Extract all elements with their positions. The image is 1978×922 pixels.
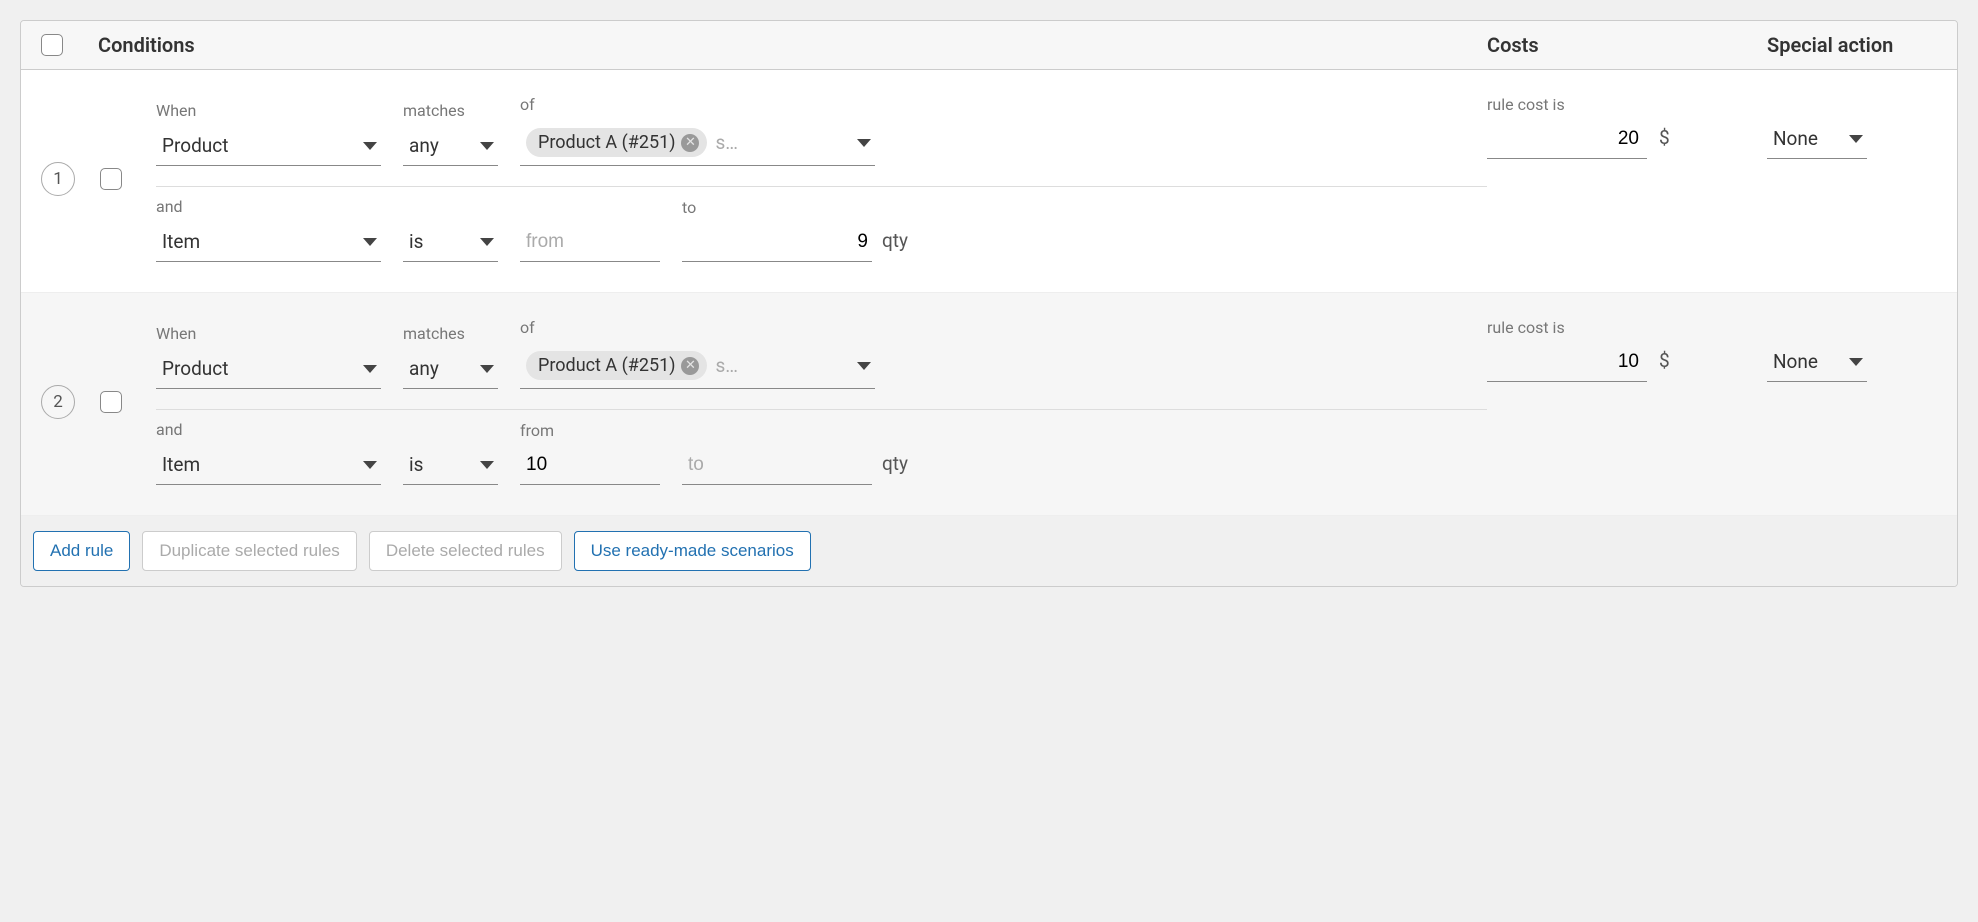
qty-unit: qty <box>882 229 908 262</box>
when-value: Product <box>162 357 228 380</box>
rule-checkbox[interactable] <box>100 168 122 190</box>
matches-select[interactable]: any <box>403 351 498 389</box>
table-footer: Add rule Duplicate selected rules Delete… <box>21 516 1957 586</box>
chip-remove-icon[interactable]: ✕ <box>681 357 699 375</box>
to-input[interactable] <box>682 225 872 262</box>
qty-unit: qty <box>882 452 908 485</box>
chevron-down-icon <box>480 238 494 246</box>
chevron-down-icon <box>857 139 871 147</box>
of-search-placeholder: s… <box>715 354 738 377</box>
rule-number-badge: 1 <box>41 162 75 196</box>
rule-cost-label: rule cost is <box>1487 95 1647 114</box>
add-rule-button[interactable]: Add rule <box>33 531 130 571</box>
header-special-action: Special action <box>1767 33 1937 57</box>
matches-value: any <box>409 134 439 157</box>
to-input[interactable] <box>682 448 872 485</box>
and-subject-value: Item <box>162 453 200 476</box>
chevron-down-icon <box>363 238 377 246</box>
use-scenarios-button[interactable]: Use ready-made scenarios <box>574 531 811 571</box>
chevron-down-icon <box>363 365 377 373</box>
matches-label: matches <box>403 324 498 343</box>
rules-table: Conditions Costs Special action 1 When P… <box>20 20 1958 587</box>
matches-select[interactable]: any <box>403 128 498 166</box>
select-all-checkbox[interactable] <box>41 34 63 56</box>
and-label: and <box>156 420 381 439</box>
from-label: from <box>520 421 660 440</box>
special-action-select[interactable]: None <box>1767 121 1867 159</box>
when-label: When <box>156 324 381 343</box>
rule-number-badge: 2 <box>41 385 75 419</box>
currency-unit: $ <box>1659 126 1670 159</box>
chevron-down-icon <box>480 142 494 150</box>
chip-label: Product A (#251) <box>538 355 675 376</box>
and-label: and <box>156 197 381 216</box>
product-chip: Product A (#251) ✕ <box>526 128 707 157</box>
product-chip: Product A (#251) ✕ <box>526 351 707 380</box>
of-multiselect[interactable]: Product A (#251) ✕ s… <box>520 122 875 166</box>
duplicate-rules-button[interactable]: Duplicate selected rules <box>142 531 356 571</box>
rule-checkbox[interactable] <box>100 391 122 413</box>
matches-value: any <box>409 357 439 380</box>
table-header: Conditions Costs Special action <box>21 21 1957 70</box>
and-subject-value: Item <box>162 230 200 253</box>
chevron-down-icon <box>857 362 871 370</box>
of-label: of <box>520 318 875 337</box>
rule-row: 2 When Product matches any <box>21 293 1957 516</box>
when-select[interactable]: Product <box>156 351 381 389</box>
from-input[interactable] <box>520 448 660 485</box>
condition-divider <box>156 186 1487 187</box>
header-conditions: Conditions <box>98 33 1487 57</box>
chip-remove-icon[interactable]: ✕ <box>681 134 699 152</box>
to-label: to <box>682 198 872 217</box>
from-input[interactable] <box>520 225 660 262</box>
condition-divider <box>156 409 1487 410</box>
and-operator-value: is <box>409 453 423 476</box>
and-subject-select[interactable]: Item <box>156 224 381 262</box>
header-costs: Costs <box>1487 33 1767 57</box>
special-action-select[interactable]: None <box>1767 344 1867 382</box>
when-label: When <box>156 101 381 120</box>
matches-label: matches <box>403 101 498 120</box>
when-value: Product <box>162 134 228 157</box>
rule-cost-label: rule cost is <box>1487 318 1647 337</box>
and-subject-select[interactable]: Item <box>156 447 381 485</box>
of-label: of <box>520 95 875 114</box>
chevron-down-icon <box>1849 135 1863 143</box>
and-operator-select[interactable]: is <box>403 224 498 262</box>
delete-rules-button[interactable]: Delete selected rules <box>369 531 562 571</box>
chevron-down-icon <box>480 365 494 373</box>
and-operator-value: is <box>409 230 423 253</box>
chip-label: Product A (#251) <box>538 132 675 153</box>
special-action-value: None <box>1773 127 1818 150</box>
of-search-placeholder: s… <box>715 131 738 154</box>
of-multiselect[interactable]: Product A (#251) ✕ s… <box>520 345 875 389</box>
chevron-down-icon <box>1849 358 1863 366</box>
special-action-value: None <box>1773 350 1818 373</box>
chevron-down-icon <box>363 142 377 150</box>
and-operator-select[interactable]: is <box>403 447 498 485</box>
when-select[interactable]: Product <box>156 128 381 166</box>
chevron-down-icon <box>363 461 377 469</box>
rule-row: 1 When Product matches any <box>21 70 1957 293</box>
cost-input[interactable] <box>1487 345 1647 382</box>
cost-input[interactable] <box>1487 122 1647 159</box>
currency-unit: $ <box>1659 349 1670 382</box>
chevron-down-icon <box>480 461 494 469</box>
